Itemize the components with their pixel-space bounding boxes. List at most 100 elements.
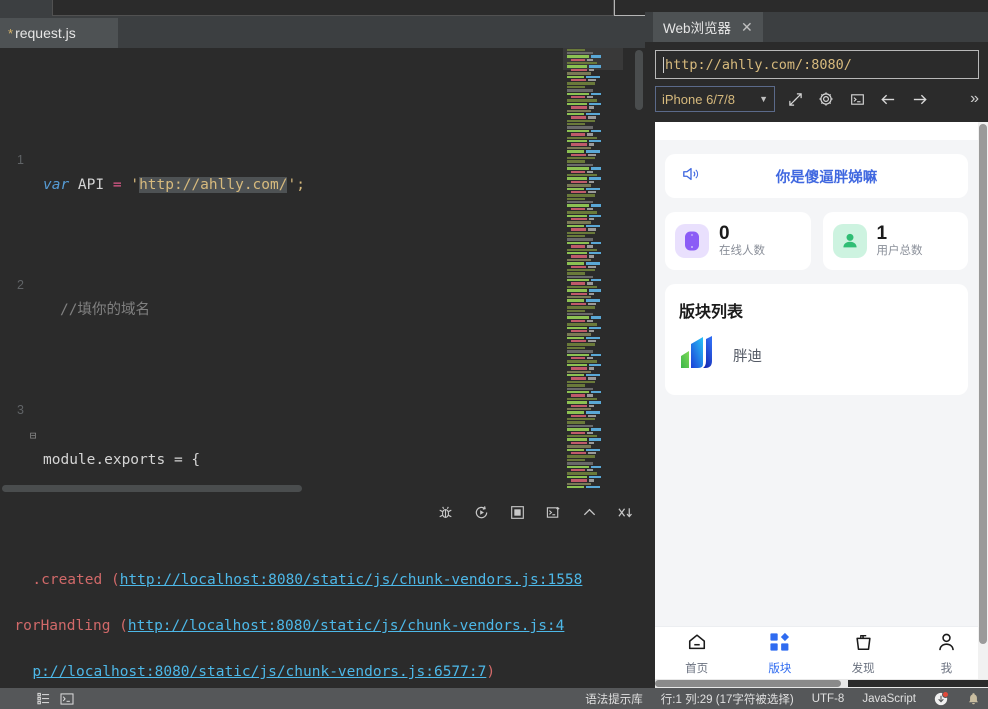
editor-minimap[interactable] — [563, 48, 623, 494]
chevron-down-icon: ▼ — [759, 94, 768, 104]
update-download-icon[interactable] — [934, 692, 948, 706]
stat-label: 在线人数 — [719, 244, 765, 259]
section-title: 版块列表 — [679, 298, 954, 322]
notifications-bell-icon[interactable] — [966, 692, 980, 706]
close-down-icon[interactable] — [615, 502, 635, 522]
device-select-value: iPhone 6/7/8 — [662, 92, 735, 107]
code-line: 3 ⊟ module.exports = { — [0, 373, 645, 398]
tab-modified-marker: * — [8, 26, 13, 41]
editor-tab-request-js[interactable]: * request.js — [0, 18, 118, 48]
nav-item-home[interactable]: 首页 — [655, 632, 738, 676]
settings-gear-icon[interactable] — [815, 88, 837, 110]
line-number: 2 — [0, 273, 24, 298]
collapse-up-icon[interactable] — [579, 502, 599, 522]
preview-scroll-track-end — [848, 680, 988, 687]
editor-tabbar: * request.js — [0, 18, 645, 48]
preview-vertical-scroll-thumb[interactable] — [979, 124, 987, 644]
url-input[interactable]: http://ahlly.com/:8080/ — [665, 57, 852, 73]
fold-toggle-icon[interactable]: ⊟ — [27, 423, 39, 448]
board-list-section: 版块列表 — [665, 284, 968, 395]
bottom-navigation: 首页 版块 — [655, 626, 988, 680]
token-operator: = — [113, 177, 122, 193]
update-badge — [942, 691, 949, 698]
total-users-icon — [833, 224, 867, 258]
line-content: module.exports = { — [43, 448, 200, 473]
encoding-label[interactable]: UTF-8 — [812, 693, 845, 705]
board-logo-icon — [679, 334, 719, 377]
todo-list-icon[interactable] — [36, 692, 50, 706]
home-icon — [686, 632, 708, 657]
stat-value: 0 — [719, 224, 765, 244]
browser-tabbar: Web浏览器 ✕ — [645, 12, 988, 42]
url-bar[interactable]: http://ahlly.com/:8080/ — [655, 50, 979, 79]
tab-filename: request.js — [15, 25, 76, 41]
announcement-bar[interactable]: 你是傻逼胖娣嘛 — [665, 154, 968, 198]
caret-position-label[interactable]: 行:1 列:29 (17字符被选择) — [661, 691, 794, 707]
editor-horizontal-scrollbar[interactable] — [0, 484, 560, 494]
editor-vertical-scroll-thumb[interactable] — [635, 50, 643, 110]
stat-text: 0 在线人数 — [719, 224, 765, 259]
debug-bug-icon[interactable] — [435, 502, 455, 522]
language-label[interactable]: JavaScript — [862, 693, 916, 705]
discover-icon — [853, 632, 874, 657]
open-external-icon[interactable] — [784, 88, 806, 110]
code-area[interactable]: 1 var API = 'http://ahlly.com/'; 2 //填你的… — [0, 48, 645, 494]
text-caret — [663, 57, 664, 73]
token-identifier: API — [69, 177, 113, 193]
code-editor-panel: * request.js 1 var API = 'http://ahlly.c… — [0, 18, 645, 494]
forward-arrow-icon[interactable] — [908, 88, 930, 110]
browser-tab[interactable]: Web浏览器 ✕ — [653, 12, 763, 42]
stat-text: 1 用户总数 — [877, 224, 923, 259]
browser-tab-label: Web浏览器 — [663, 17, 731, 37]
nav-item-discover[interactable]: 发现 — [822, 632, 905, 676]
browser-toolbar: iPhone 6/7/8 ▼ — [655, 85, 979, 113]
stats-row: 0 在线人数 1 用户总数 — [665, 212, 968, 270]
devtools-console-icon[interactable] — [846, 88, 868, 110]
editor-horizontal-scroll-thumb[interactable] — [2, 485, 302, 492]
board-name: 胖迪 — [733, 345, 762, 366]
syntax-hint-label[interactable]: 语法提示库 — [585, 691, 643, 707]
preview-horizontal-scroll-thumb[interactable] — [655, 680, 841, 687]
profile-icon — [936, 632, 957, 657]
console-error-text: .created ( — [32, 572, 119, 588]
terminal-icon[interactable] — [60, 692, 74, 706]
back-arrow-icon[interactable] — [877, 88, 899, 110]
line-comment: //填你的域名 — [60, 298, 150, 323]
announcement-text: 你是傻逼胖娣嘛 — [701, 166, 952, 187]
nav-item-profile[interactable]: 我 — [905, 632, 988, 676]
preview-content: 你是傻逼胖娣嘛 0 在线人数 — [655, 140, 978, 626]
line-content: var API = 'http://ahlly.com/'; — [43, 173, 305, 198]
token-string-selected: http://ahlly.com/ — [139, 177, 287, 193]
stat-value: 1 — [877, 224, 923, 244]
nav-item-board[interactable]: 版块 — [738, 632, 821, 676]
app-root: * request.js 1 var API = 'http://ahlly.c… — [0, 0, 988, 709]
nav-label: 版块 — [768, 660, 791, 676]
line-number: 3 — [0, 398, 24, 423]
console-link[interactable]: http://localhost:8080/static/js/chunk-ve… — [128, 618, 565, 634]
mobile-preview: 你是傻逼胖娣嘛 0 在线人数 — [655, 122, 988, 688]
more-options-icon[interactable]: » — [970, 90, 979, 108]
editor-vertical-scrollbar[interactable] — [633, 48, 645, 494]
nav-label: 首页 — [685, 660, 708, 676]
board-list-item[interactable]: 胖迪 — [679, 334, 954, 377]
speaker-icon — [681, 165, 701, 188]
rerun-icon[interactable] — [471, 502, 491, 522]
console-link[interactable]: http://localhost:8080/static/js/chunk-ve… — [120, 572, 583, 588]
status-bar: 语法提示库 行:1 列:29 (17字符被选择) UTF-8 JavaScrip… — [0, 688, 988, 709]
new-terminal-icon[interactable] — [543, 502, 563, 522]
preview-horizontal-scrollbar[interactable] — [655, 679, 988, 688]
preview-vertical-scrollbar[interactable] — [978, 122, 988, 688]
stop-icon[interactable] — [507, 502, 527, 522]
console-output[interactable]: .created (http://localhost:8080/static/j… — [0, 534, 645, 688]
token-string-open: ' — [122, 177, 139, 193]
close-icon[interactable]: ✕ — [741, 19, 753, 36]
nav-label: 发现 — [852, 660, 875, 676]
device-select[interactable]: iPhone 6/7/8 ▼ — [655, 86, 775, 112]
stat-card-online[interactable]: 0 在线人数 — [665, 212, 811, 270]
code-line: 2 //填你的域名 — [0, 248, 645, 273]
stat-label: 用户总数 — [877, 244, 923, 259]
stat-card-total-users[interactable]: 1 用户总数 — [823, 212, 969, 270]
console-error-text: rorHandling ( — [14, 618, 128, 634]
nav-label: 我 — [941, 660, 953, 676]
clipped-toolbar-left — [52, 0, 614, 16]
